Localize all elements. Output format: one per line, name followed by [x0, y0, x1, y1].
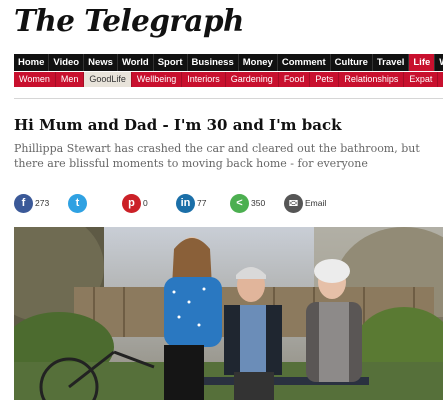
subnav-item-expat[interactable]: Expat [404, 72, 439, 87]
nav-item-money[interactable]: Money [239, 54, 278, 71]
subnav-item-gardening[interactable]: Gardening [226, 72, 279, 87]
nav-item-world[interactable]: World [118, 54, 154, 71]
email-share-button[interactable]: ✉ Email [284, 193, 326, 213]
linkedin-icon: in [176, 193, 195, 213]
subnav-item-food[interactable]: Food [279, 72, 311, 87]
subnav-item-pets[interactable]: Pets [310, 72, 340, 87]
email-icon: ✉ [284, 193, 303, 213]
nav-item-sport[interactable]: Sport [154, 54, 188, 71]
facebook-icon: f [14, 193, 33, 213]
pinterest-icon: p [122, 193, 141, 213]
subnav-item-wellbeing[interactable]: Wellbeing [132, 72, 183, 87]
nav-item-business[interactable]: Business [188, 54, 239, 71]
nav-item-culture[interactable]: Culture [331, 54, 373, 71]
share-share-count: 350 [251, 198, 266, 208]
email-share-count: Email [305, 198, 327, 208]
article-photo [14, 227, 443, 400]
subnav-item-men[interactable]: Men [56, 72, 85, 87]
subnav-item-interiors[interactable]: Interiors [182, 72, 226, 87]
site-logo[interactable]: The Telegraph [14, 4, 244, 39]
primary-nav: Home Video News World Sport Business Money Comm… [14, 54, 443, 71]
nav-item-wo[interactable]: Wo [435, 54, 443, 71]
secondary-nav: Women Men GoodLife Wellbeing Interiors Garden… [14, 72, 443, 87]
family-photo-illustration [14, 227, 443, 400]
subnav-item-goodlife[interactable]: GoodLife [84, 72, 132, 87]
pinterest-share-count: 0 [143, 198, 148, 208]
share-icon: < [230, 193, 249, 213]
nav-item-news[interactable]: News [84, 54, 118, 71]
nav-item-comment[interactable]: Comment [278, 54, 331, 71]
nav-item-travel[interactable]: Travel [373, 54, 410, 71]
twitter-share-button[interactable]: t [68, 193, 89, 213]
article-headline: Hi Mum and Dad - I'm 30 and I'm back [14, 116, 342, 134]
subnav-item-women[interactable]: Women [14, 72, 56, 87]
pinterest-share-button[interactable]: p0 [122, 193, 148, 213]
twitter-icon: t [68, 193, 87, 213]
divider [14, 98, 443, 99]
nav-item-video[interactable]: Video [49, 54, 85, 71]
share-share-button[interactable]: <350 [230, 193, 265, 213]
linkedin-share-button[interactable]: in 77 [176, 193, 206, 213]
nav-item-life[interactable]: Life [409, 54, 436, 71]
facebook-share-count: 273 [35, 198, 50, 208]
facebook-share-button[interactable]: f 273 [14, 193, 49, 213]
subnav-item-relationships[interactable]: Relationships [339, 72, 405, 87]
nav-item-home[interactable]: Home [14, 54, 50, 71]
linkedin-share-count: 77 [197, 198, 207, 208]
article-standfirst: Phillippa Stewart has crashed the car an… [14, 142, 420, 170]
